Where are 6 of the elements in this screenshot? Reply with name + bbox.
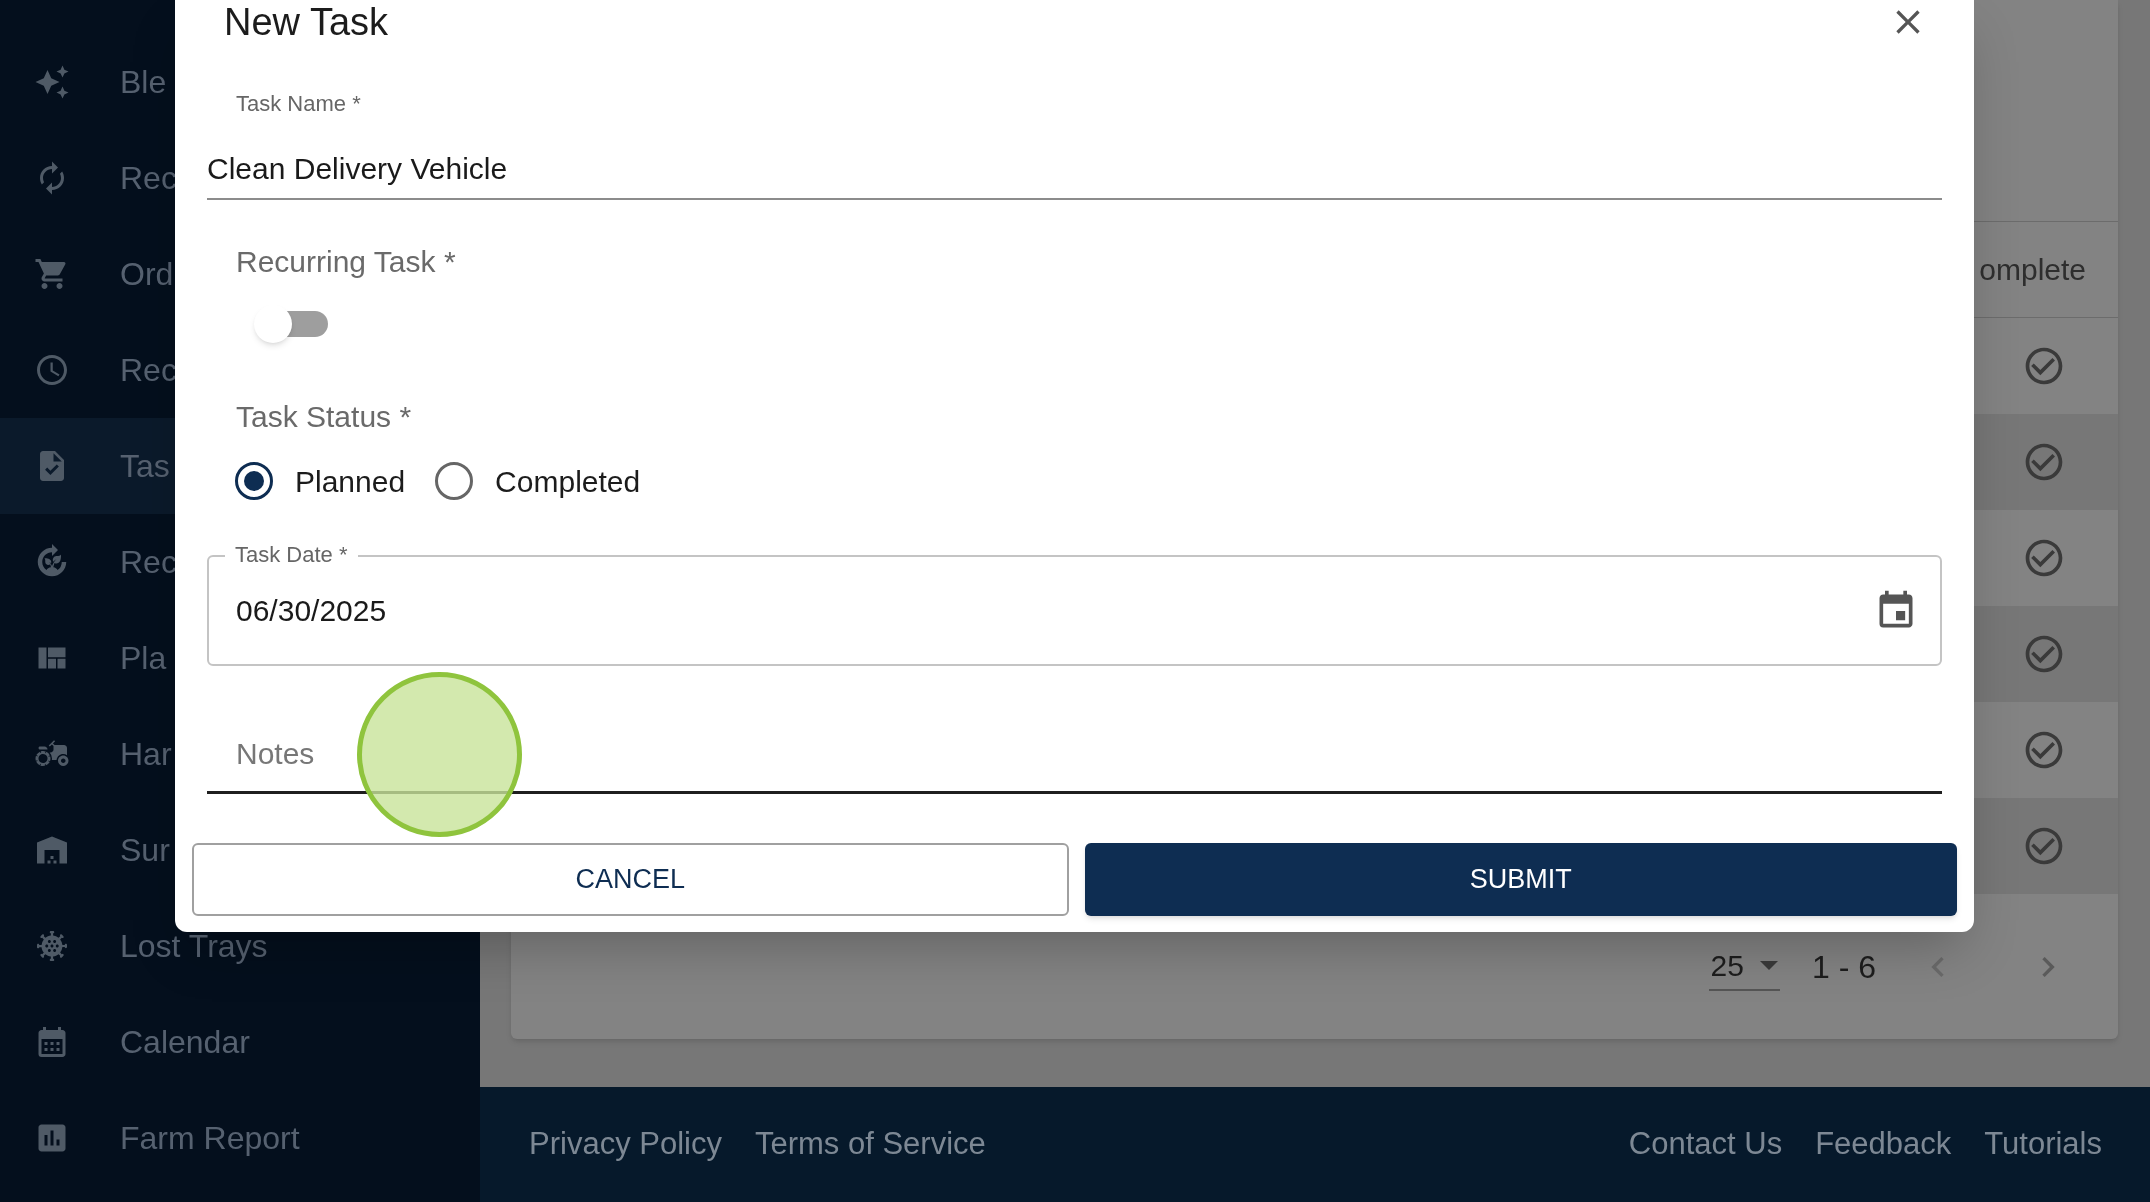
field-label: Recurring Task * <box>236 244 457 280</box>
column-header: omplete <box>1979 252 2086 288</box>
page-range: 1 - 6 <box>1811 947 1876 987</box>
dialog-title: New Task <box>224 3 389 41</box>
field-label: Task Status * <box>236 399 413 435</box>
field-label: Task Name * <box>236 90 362 118</box>
